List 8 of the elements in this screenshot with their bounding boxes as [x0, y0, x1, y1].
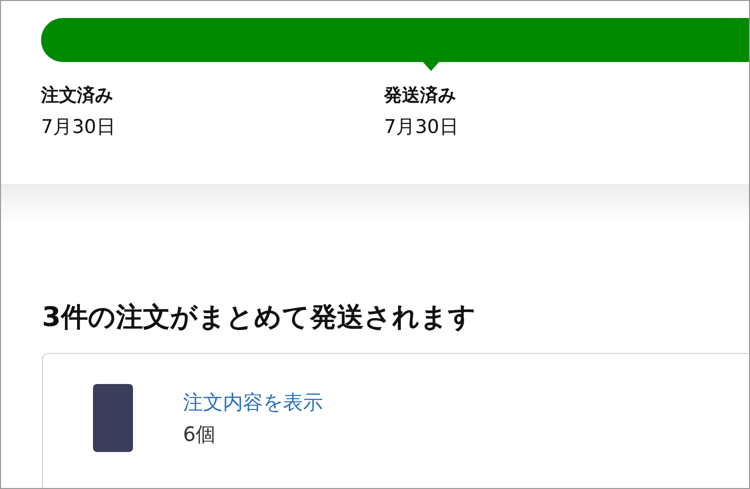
shipment-heading: 3件の注文がまとめて発送されます	[42, 301, 477, 335]
step-label: 注文済み	[41, 84, 114, 108]
item-quantity: 6個	[183, 421, 217, 448]
step-label: 発送済み	[384, 84, 457, 108]
step-date: 7月30日	[384, 115, 460, 140]
phone-photo-placeholder	[93, 384, 133, 452]
order-details-link[interactable]: 注文内容を表示	[183, 388, 323, 416]
step-date: 7月30日	[41, 115, 116, 140]
